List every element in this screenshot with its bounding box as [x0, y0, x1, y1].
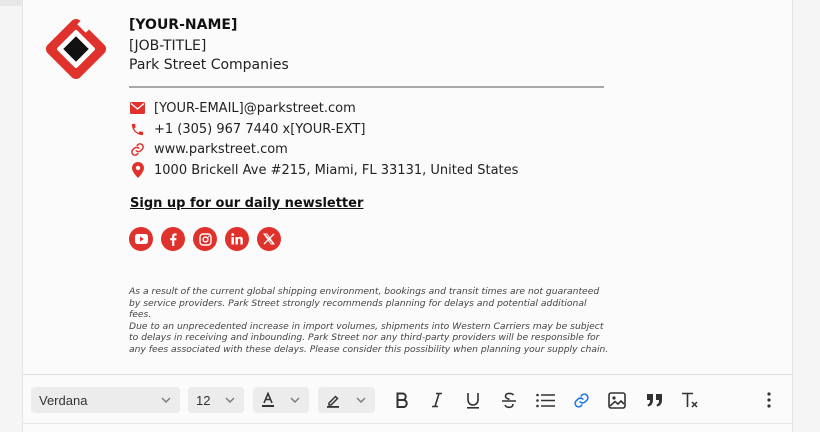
x-icon[interactable]: [257, 227, 281, 251]
contact-email-row: [YOUR-EMAIL]@parkstreet.com: [129, 99, 356, 117]
strikethrough-button[interactable]: [496, 388, 522, 412]
bold-button[interactable]: [389, 388, 415, 412]
insert-image-button[interactable]: [604, 388, 630, 412]
more-vertical-icon: [767, 392, 771, 408]
bold-icon: [396, 392, 408, 408]
clear-formatting-icon: [682, 392, 698, 408]
bulleted-list-icon: [535, 393, 555, 407]
contact-phone-text: +1 (305) 967 7440 x[YOUR-EXT]: [154, 121, 366, 137]
font-family-value: Verdana: [39, 392, 88, 408]
clear-formatting-button[interactable]: [677, 388, 703, 412]
font-size-value: 12: [196, 392, 211, 408]
text-color-select[interactable]: [253, 387, 309, 413]
strikethrough-icon: [502, 392, 516, 408]
image-icon: [608, 391, 626, 409]
instagram-icon[interactable]: [193, 227, 217, 251]
map-pin-icon: [129, 162, 146, 179]
youtube-icon[interactable]: [129, 227, 153, 251]
underline-icon: [467, 392, 479, 409]
link-icon: [573, 392, 589, 408]
contact-address-text: 1000 Brickell Ave #215, Miami, FL 33131,…: [154, 162, 519, 178]
quote-icon: [647, 394, 662, 407]
contact-website-text[interactable]: www.parkstreet.com: [154, 142, 288, 157]
more-options-button[interactable]: [756, 388, 782, 412]
toolbar-bottom-divider: [22, 423, 793, 424]
signature-company: Park Street Companies: [129, 57, 289, 73]
underline-button[interactable]: [460, 388, 486, 412]
italic-icon: [432, 392, 442, 408]
contact-phone-row: +1 (305) 967 7440 x[YOUR-EXT]: [129, 120, 365, 138]
signature-divider: [129, 86, 604, 88]
newsletter-link[interactable]: Sign up for our daily newsletter: [130, 196, 363, 211]
insert-link-button[interactable]: [568, 388, 594, 412]
social-icons-row: [129, 227, 281, 251]
chevron-down-icon: [225, 397, 235, 403]
link-icon: [129, 141, 146, 158]
highlighter-icon: [327, 394, 339, 408]
highlight-color-select[interactable]: [318, 387, 375, 413]
facebook-icon[interactable]: [161, 227, 185, 251]
toolbar-top-divider: [22, 374, 793, 375]
signature-job-title: [JOB-TITLE]: [129, 38, 207, 54]
contact-address-row: 1000 Brickell Ave #215, Miami, FL 33131,…: [129, 161, 518, 179]
signature-name: [YOUR-NAME]: [129, 17, 238, 33]
chevron-down-icon: [356, 397, 366, 403]
linkedin-icon[interactable]: [225, 227, 249, 251]
quote-button[interactable]: [642, 388, 668, 412]
chevron-down-icon: [290, 397, 300, 403]
bulleted-list-button[interactable]: [532, 388, 558, 412]
contact-website-row[interactable]: www.parkstreet.com: [129, 140, 288, 158]
contact-email-text: [YOUR-EMAIL]@parkstreet.com: [154, 100, 356, 116]
chevron-down-icon: [161, 397, 171, 403]
disclaimer-paragraph-2: Due to an unprecedented increase in impo…: [129, 320, 609, 355]
font-family-select[interactable]: Verdana: [31, 387, 180, 413]
italic-button[interactable]: [424, 388, 450, 412]
disclaimer-paragraph-1: As a result of the current global shippi…: [129, 286, 600, 321]
company-logo: [43, 16, 109, 82]
shipping-disclaimer: As a result of the current global shippi…: [129, 286, 609, 356]
phone-icon: [129, 121, 146, 138]
envelope-icon: [129, 100, 146, 117]
font-size-select[interactable]: 12: [188, 387, 244, 413]
text-color-icon: [262, 392, 274, 407]
